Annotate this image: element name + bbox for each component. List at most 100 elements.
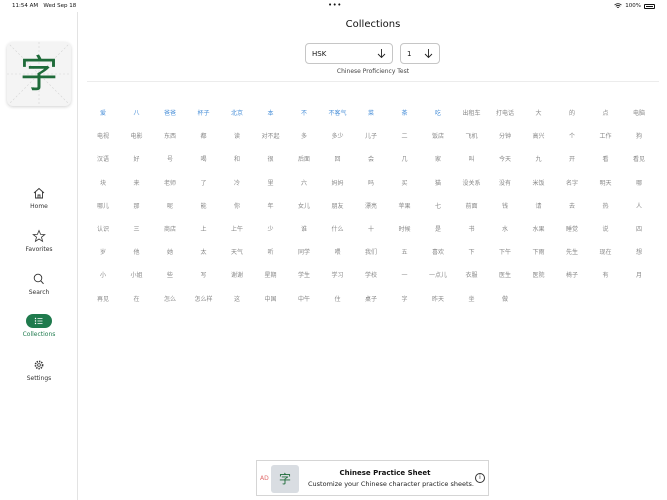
word-item[interactable]: 人 <box>624 201 654 210</box>
word-item[interactable]: 学生 <box>289 270 319 279</box>
word-item[interactable]: 能 <box>189 201 219 210</box>
word-item[interactable]: 小 <box>88 270 118 279</box>
word-item[interactable]: 他 <box>122 247 152 256</box>
word-item[interactable]: 一 <box>390 270 420 279</box>
word-item[interactable]: 商店 <box>155 224 185 233</box>
word-item[interactable]: 号 <box>155 154 185 163</box>
word-item[interactable]: 她 <box>155 247 185 256</box>
word-item[interactable]: 同学 <box>289 247 319 256</box>
word-item[interactable]: 今天 <box>490 154 520 163</box>
word-item[interactable]: 都 <box>189 131 219 140</box>
word-item[interactable]: 什么 <box>323 224 353 233</box>
word-item[interactable]: 漂亮 <box>356 201 386 210</box>
word-item[interactable]: 个 <box>557 131 587 140</box>
word-item[interactable]: 现在 <box>591 247 621 256</box>
word-item[interactable]: 上午 <box>222 224 252 233</box>
word-item[interactable]: 好 <box>122 154 152 163</box>
word-item[interactable]: 做 <box>490 294 520 303</box>
word-item[interactable]: 衣服 <box>457 270 487 279</box>
word-item[interactable]: 北京 <box>222 108 252 117</box>
word-item[interactable]: 里 <box>256 178 286 187</box>
ad-banner[interactable]: AD 字 Chinese Practice Sheet Customize yo… <box>256 460 489 496</box>
word-item[interactable]: 说 <box>591 224 621 233</box>
word-item[interactable]: 没有 <box>490 178 520 187</box>
word-item[interactable]: 电视 <box>88 131 118 140</box>
word-item[interactable]: 哪儿 <box>88 201 118 210</box>
word-item[interactable]: 书 <box>457 224 487 233</box>
word-item[interactable]: 的 <box>557 108 587 117</box>
word-item[interactable]: 有 <box>591 270 621 279</box>
word-item[interactable]: 和 <box>222 154 252 163</box>
word-item[interactable]: 叫 <box>457 154 487 163</box>
word-item[interactable]: 回 <box>323 154 353 163</box>
multitasking-dots[interactable]: ••• <box>328 1 342 9</box>
word-item[interactable]: 中午 <box>289 294 319 303</box>
word-item[interactable]: 想 <box>624 247 654 256</box>
word-item[interactable]: 来 <box>122 178 152 187</box>
sidebar-item-search[interactable]: Search <box>0 272 78 296</box>
word-item[interactable]: 是 <box>423 224 453 233</box>
word-item[interactable]: 名字 <box>557 178 587 187</box>
word-item[interactable]: 去 <box>557 201 587 210</box>
word-item[interactable]: 五 <box>390 247 420 256</box>
word-item[interactable]: 妈妈 <box>323 178 353 187</box>
word-item[interactable]: 认识 <box>88 224 118 233</box>
word-item[interactable]: 先生 <box>557 247 587 256</box>
word-item[interactable]: 大 <box>524 108 554 117</box>
word-item[interactable]: 看见 <box>624 154 654 163</box>
word-item[interactable]: 看 <box>591 154 621 163</box>
word-item[interactable]: 点 <box>591 108 621 117</box>
word-item[interactable]: 坐 <box>457 294 487 303</box>
word-item[interactable]: 爸爸 <box>155 108 185 117</box>
word-item[interactable]: 前面 <box>457 201 487 210</box>
word-item[interactable]: 爱 <box>88 108 118 117</box>
word-item[interactable]: 上 <box>189 224 219 233</box>
word-item[interactable]: 多少 <box>323 131 353 140</box>
word-item[interactable]: 椅子 <box>557 270 587 279</box>
word-item[interactable]: 不客气 <box>323 108 353 117</box>
word-item[interactable]: 中国 <box>256 294 286 303</box>
word-item[interactable]: 后面 <box>289 154 319 163</box>
word-item[interactable]: 家 <box>423 154 453 163</box>
word-item[interactable]: 学习 <box>323 270 353 279</box>
word-item[interactable]: 十 <box>356 224 386 233</box>
word-item[interactable]: 飞机 <box>457 131 487 140</box>
word-item[interactable]: 茶 <box>390 108 420 117</box>
word-item[interactable]: 汉语 <box>88 154 118 163</box>
word-item[interactable]: 电脑 <box>624 108 654 117</box>
word-item[interactable]: 谢谢 <box>222 270 252 279</box>
word-item[interactable]: 喜欢 <box>423 247 453 256</box>
word-item[interactable]: 再见 <box>88 294 118 303</box>
word-item[interactable]: 谁 <box>289 224 319 233</box>
word-item[interactable]: 朋友 <box>323 201 353 210</box>
word-item[interactable]: 东西 <box>155 131 185 140</box>
word-item[interactable]: 些 <box>155 270 185 279</box>
word-item[interactable]: 医生 <box>490 270 520 279</box>
word-item[interactable]: 年 <box>256 201 286 210</box>
word-item[interactable]: 水果 <box>524 224 554 233</box>
word-item[interactable]: 水 <box>490 224 520 233</box>
word-item[interactable]: 很 <box>256 154 286 163</box>
word-item[interactable]: 饭店 <box>423 131 453 140</box>
word-item[interactable]: 怎么 <box>155 294 185 303</box>
word-item[interactable]: 下雨 <box>524 247 554 256</box>
word-item[interactable]: 工作 <box>591 131 621 140</box>
word-item[interactable]: 天气 <box>222 247 252 256</box>
word-item[interactable]: 块 <box>88 178 118 187</box>
word-item[interactable]: 四 <box>624 224 654 233</box>
word-item[interactable]: 菜 <box>356 108 386 117</box>
word-item[interactable]: 热 <box>591 201 621 210</box>
word-item[interactable]: 写 <box>189 270 219 279</box>
word-item[interactable]: 呢 <box>155 201 185 210</box>
word-item[interactable]: 不 <box>289 108 319 117</box>
word-item[interactable]: 你 <box>222 201 252 210</box>
word-item[interactable]: 哪 <box>624 178 654 187</box>
sidebar-item-collections[interactable]: Collections <box>0 314 78 338</box>
word-item[interactable]: 吃 <box>423 108 453 117</box>
word-item[interactable]: 下 <box>457 247 487 256</box>
word-item[interactable]: 女儿 <box>289 201 319 210</box>
word-item[interactable]: 电影 <box>122 131 152 140</box>
word-item[interactable]: 买 <box>390 178 420 187</box>
word-item[interactable]: 小姐 <box>122 270 152 279</box>
word-item[interactable]: 明天 <box>591 178 621 187</box>
